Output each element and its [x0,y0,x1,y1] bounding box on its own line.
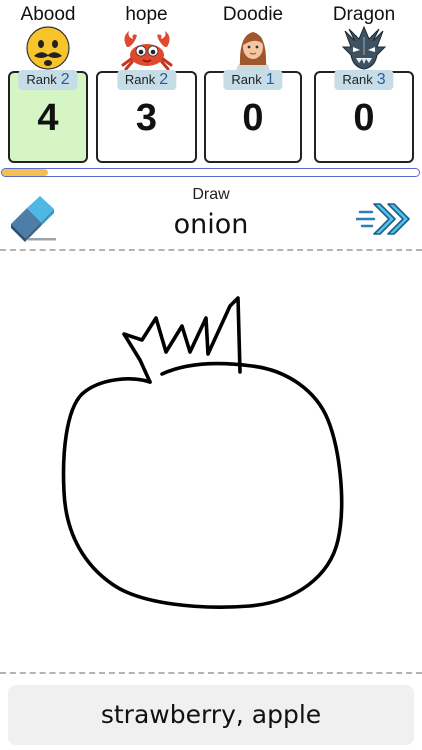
fast-forward-arrows-icon [354,203,410,235]
rank-number: 2 [159,71,169,88]
score-card: Rank 3 0 [314,70,414,163]
score-card: Rank 2 4 [8,70,88,163]
score-value: 4 [37,97,59,139]
crab-icon [121,31,172,71]
rank-number: 1 [265,71,275,88]
drawing-stroke [122,296,242,384]
player-name: Doodie [222,4,284,25]
skip-turn-button[interactable] [354,198,412,240]
rank-number: 3 [376,71,386,88]
score-card: Rank 2 3 [96,70,197,163]
score-value: 0 [353,97,375,139]
score-value: 0 [242,97,264,139]
player-name: hope [125,4,168,25]
rank-badge: Rank 3 [334,70,394,90]
score-value: 3 [135,97,158,139]
rank-number: 2 [60,71,70,88]
rank-badge: Rank 1 [223,70,283,90]
player-scoreboard: Abood Rank 2 4 hope Rank 2 3 Doodie Rank… [0,0,422,170]
timer-fill [2,169,48,176]
woman-avatar-icon [236,32,270,71]
player-name: Abood [20,4,76,25]
canvas-bottom-divider [0,672,422,674]
drawing-stroke [61,361,344,609]
canvas-top-divider [0,249,422,251]
dragon-head-icon [341,25,387,70]
player-name: Dragon [332,4,396,25]
round-timer-bar [1,168,420,177]
rank-badge: Rank 2 [116,70,177,90]
mustache-face-icon [26,26,70,70]
rank-badge: Rank 2 [18,70,78,90]
score-card: Rank 1 0 [204,70,302,163]
drawing-canvas[interactable] [0,254,422,672]
guesses-display: strawberry, apple [8,685,414,745]
